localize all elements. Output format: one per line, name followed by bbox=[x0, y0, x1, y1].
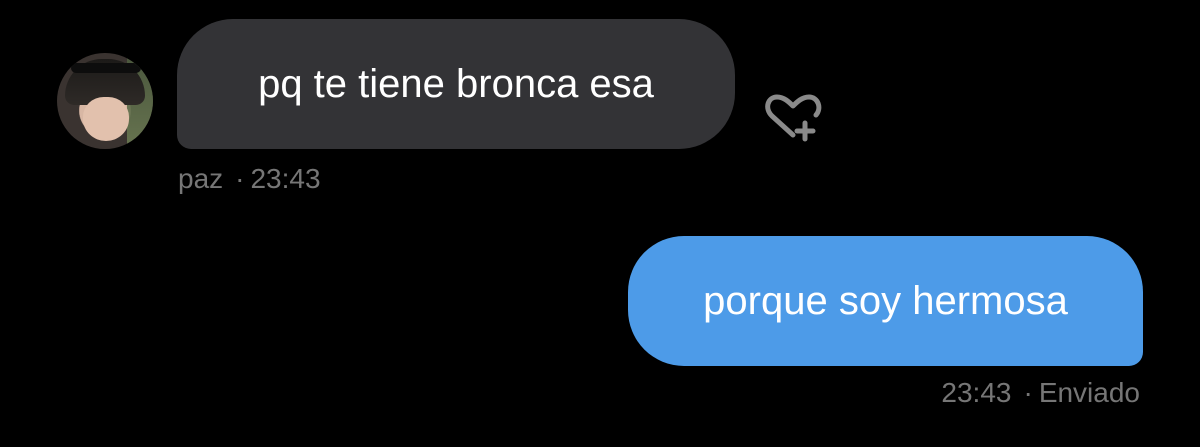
avatar-face bbox=[83, 97, 129, 141]
sent-message-time: 23:43 bbox=[941, 377, 1012, 408]
received-message-time: 23:43 bbox=[250, 163, 321, 194]
meta-separator: · bbox=[235, 163, 245, 194]
received-message-bubble[interactable]: pq te tiene bronca esa bbox=[177, 19, 735, 149]
chat-thread: pq te tiene bronca esa paz · 23:43 porque … bbox=[0, 0, 1200, 447]
sent-message-bubble[interactable]: porque soy hermosa bbox=[628, 236, 1143, 366]
sender-name[interactable]: paz bbox=[178, 163, 223, 194]
meta-separator: · bbox=[1023, 377, 1033, 408]
sent-message-meta: 23:43 · Enviado bbox=[941, 377, 1140, 409]
sent-message-text: porque soy hermosa bbox=[703, 278, 1068, 323]
sender-avatar[interactable] bbox=[57, 53, 153, 149]
avatar-headband bbox=[71, 63, 141, 73]
received-message-text: pq te tiene bronca esa bbox=[258, 61, 654, 106]
received-message-meta: paz · 23:43 bbox=[178, 163, 321, 195]
heart-plus-icon[interactable] bbox=[762, 92, 824, 142]
sent-message-status: Enviado bbox=[1038, 377, 1140, 408]
